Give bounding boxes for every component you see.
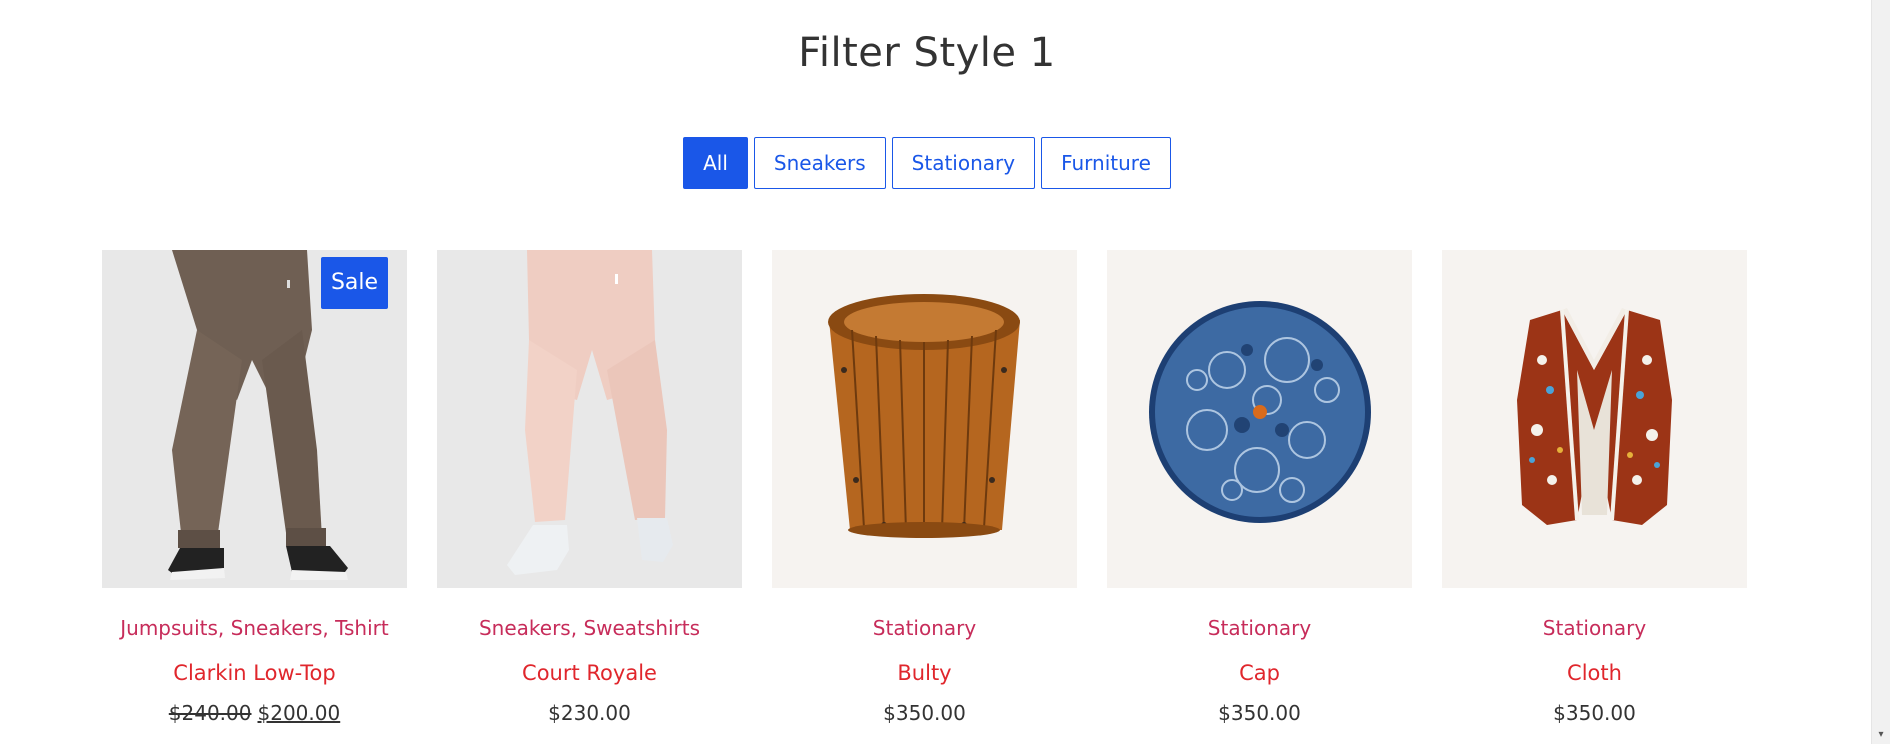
filter-all-button[interactable]: All (683, 137, 748, 189)
old-price: $240.00 (168, 701, 252, 725)
product-price: $350.00 (1442, 698, 1747, 728)
product-price: $230.00 (437, 698, 742, 728)
price-value: $350.00 (883, 701, 966, 725)
category-link[interactable]: Tshirt (335, 616, 389, 640)
product-name[interactable]: Cap (1107, 658, 1412, 688)
category-link[interactable]: Stationary (1543, 616, 1646, 640)
vertical-scrollbar[interactable]: ▾ (1871, 0, 1890, 744)
product-name[interactable]: Clarkin Low-Top (102, 658, 407, 688)
product-card: Stationary Cap $350.00 (1107, 250, 1412, 728)
product-image[interactable] (1107, 250, 1412, 588)
price-value: $230.00 (548, 701, 631, 725)
category-link[interactable]: Jumpsuits (120, 616, 218, 640)
product-card: Sneakers, Sweatshirts Court Royale $230.… (437, 250, 742, 728)
category-link[interactable]: Stationary (873, 616, 976, 640)
sale-badge: Sale (321, 257, 388, 309)
product-image[interactable] (437, 250, 742, 588)
product-categories: Stationary (1442, 614, 1747, 642)
product-image[interactable]: Sale (102, 250, 407, 588)
product-price: $350.00 (1107, 698, 1412, 728)
product-image[interactable] (772, 250, 1077, 588)
product-categories: Stationary (1107, 614, 1412, 642)
product-categories: Stationary (772, 614, 1077, 642)
filter-bar: All Sneakers Stationary Furniture (0, 137, 1854, 189)
category-link[interactable]: Sneakers (231, 616, 323, 640)
product-name[interactable]: Court Royale (437, 658, 742, 688)
page-title: Filter Style 1 (798, 30, 1056, 76)
page: Filter Style 1 All Sneakers Stationary F… (0, 0, 1872, 744)
filter-sneakers-button[interactable]: Sneakers (753, 137, 886, 189)
filter-furniture-button[interactable]: Furniture (1041, 137, 1171, 189)
product-image[interactable] (1442, 250, 1747, 588)
sale-price: $200.00 (257, 701, 341, 725)
wooden-basket-image (828, 294, 1020, 538)
product-grid: Sale Jumpsuits, Sneakers, Tshirt Clarkin… (102, 250, 1747, 728)
filter-stationary-button[interactable]: Stationary (891, 137, 1036, 189)
category-link[interactable]: Sneakers (479, 616, 571, 640)
scroll-down-arrow-icon[interactable]: ▾ (1876, 730, 1886, 740)
blue-patterned-plate-image (1149, 301, 1371, 523)
category-link[interactable]: Sweatshirts (583, 616, 700, 640)
product-card: Sale Jumpsuits, Sneakers, Tshirt Clarkin… (102, 250, 407, 728)
product-price: $350.00 (772, 698, 1077, 728)
product-name[interactable]: Cloth (1442, 658, 1747, 688)
product-categories: Sneakers, Sweatshirts (478, 616, 701, 640)
product-card: Stationary Bulty $350.00 (772, 250, 1077, 728)
product-categories: Jumpsuits, Sneakers, Tshirt (120, 616, 389, 640)
pink-leggings-image (507, 250, 673, 575)
category-link[interactable]: Stationary (1208, 616, 1311, 640)
product-card: Stationary Cloth $350.00 (1442, 250, 1747, 728)
price-value: $350.00 (1218, 701, 1301, 725)
product-name[interactable]: Bulty (772, 658, 1077, 688)
price-value: $350.00 (1553, 701, 1636, 725)
product-price: $240.00 $200.00 (102, 698, 407, 728)
ceramic-vest-image (1517, 308, 1672, 525)
